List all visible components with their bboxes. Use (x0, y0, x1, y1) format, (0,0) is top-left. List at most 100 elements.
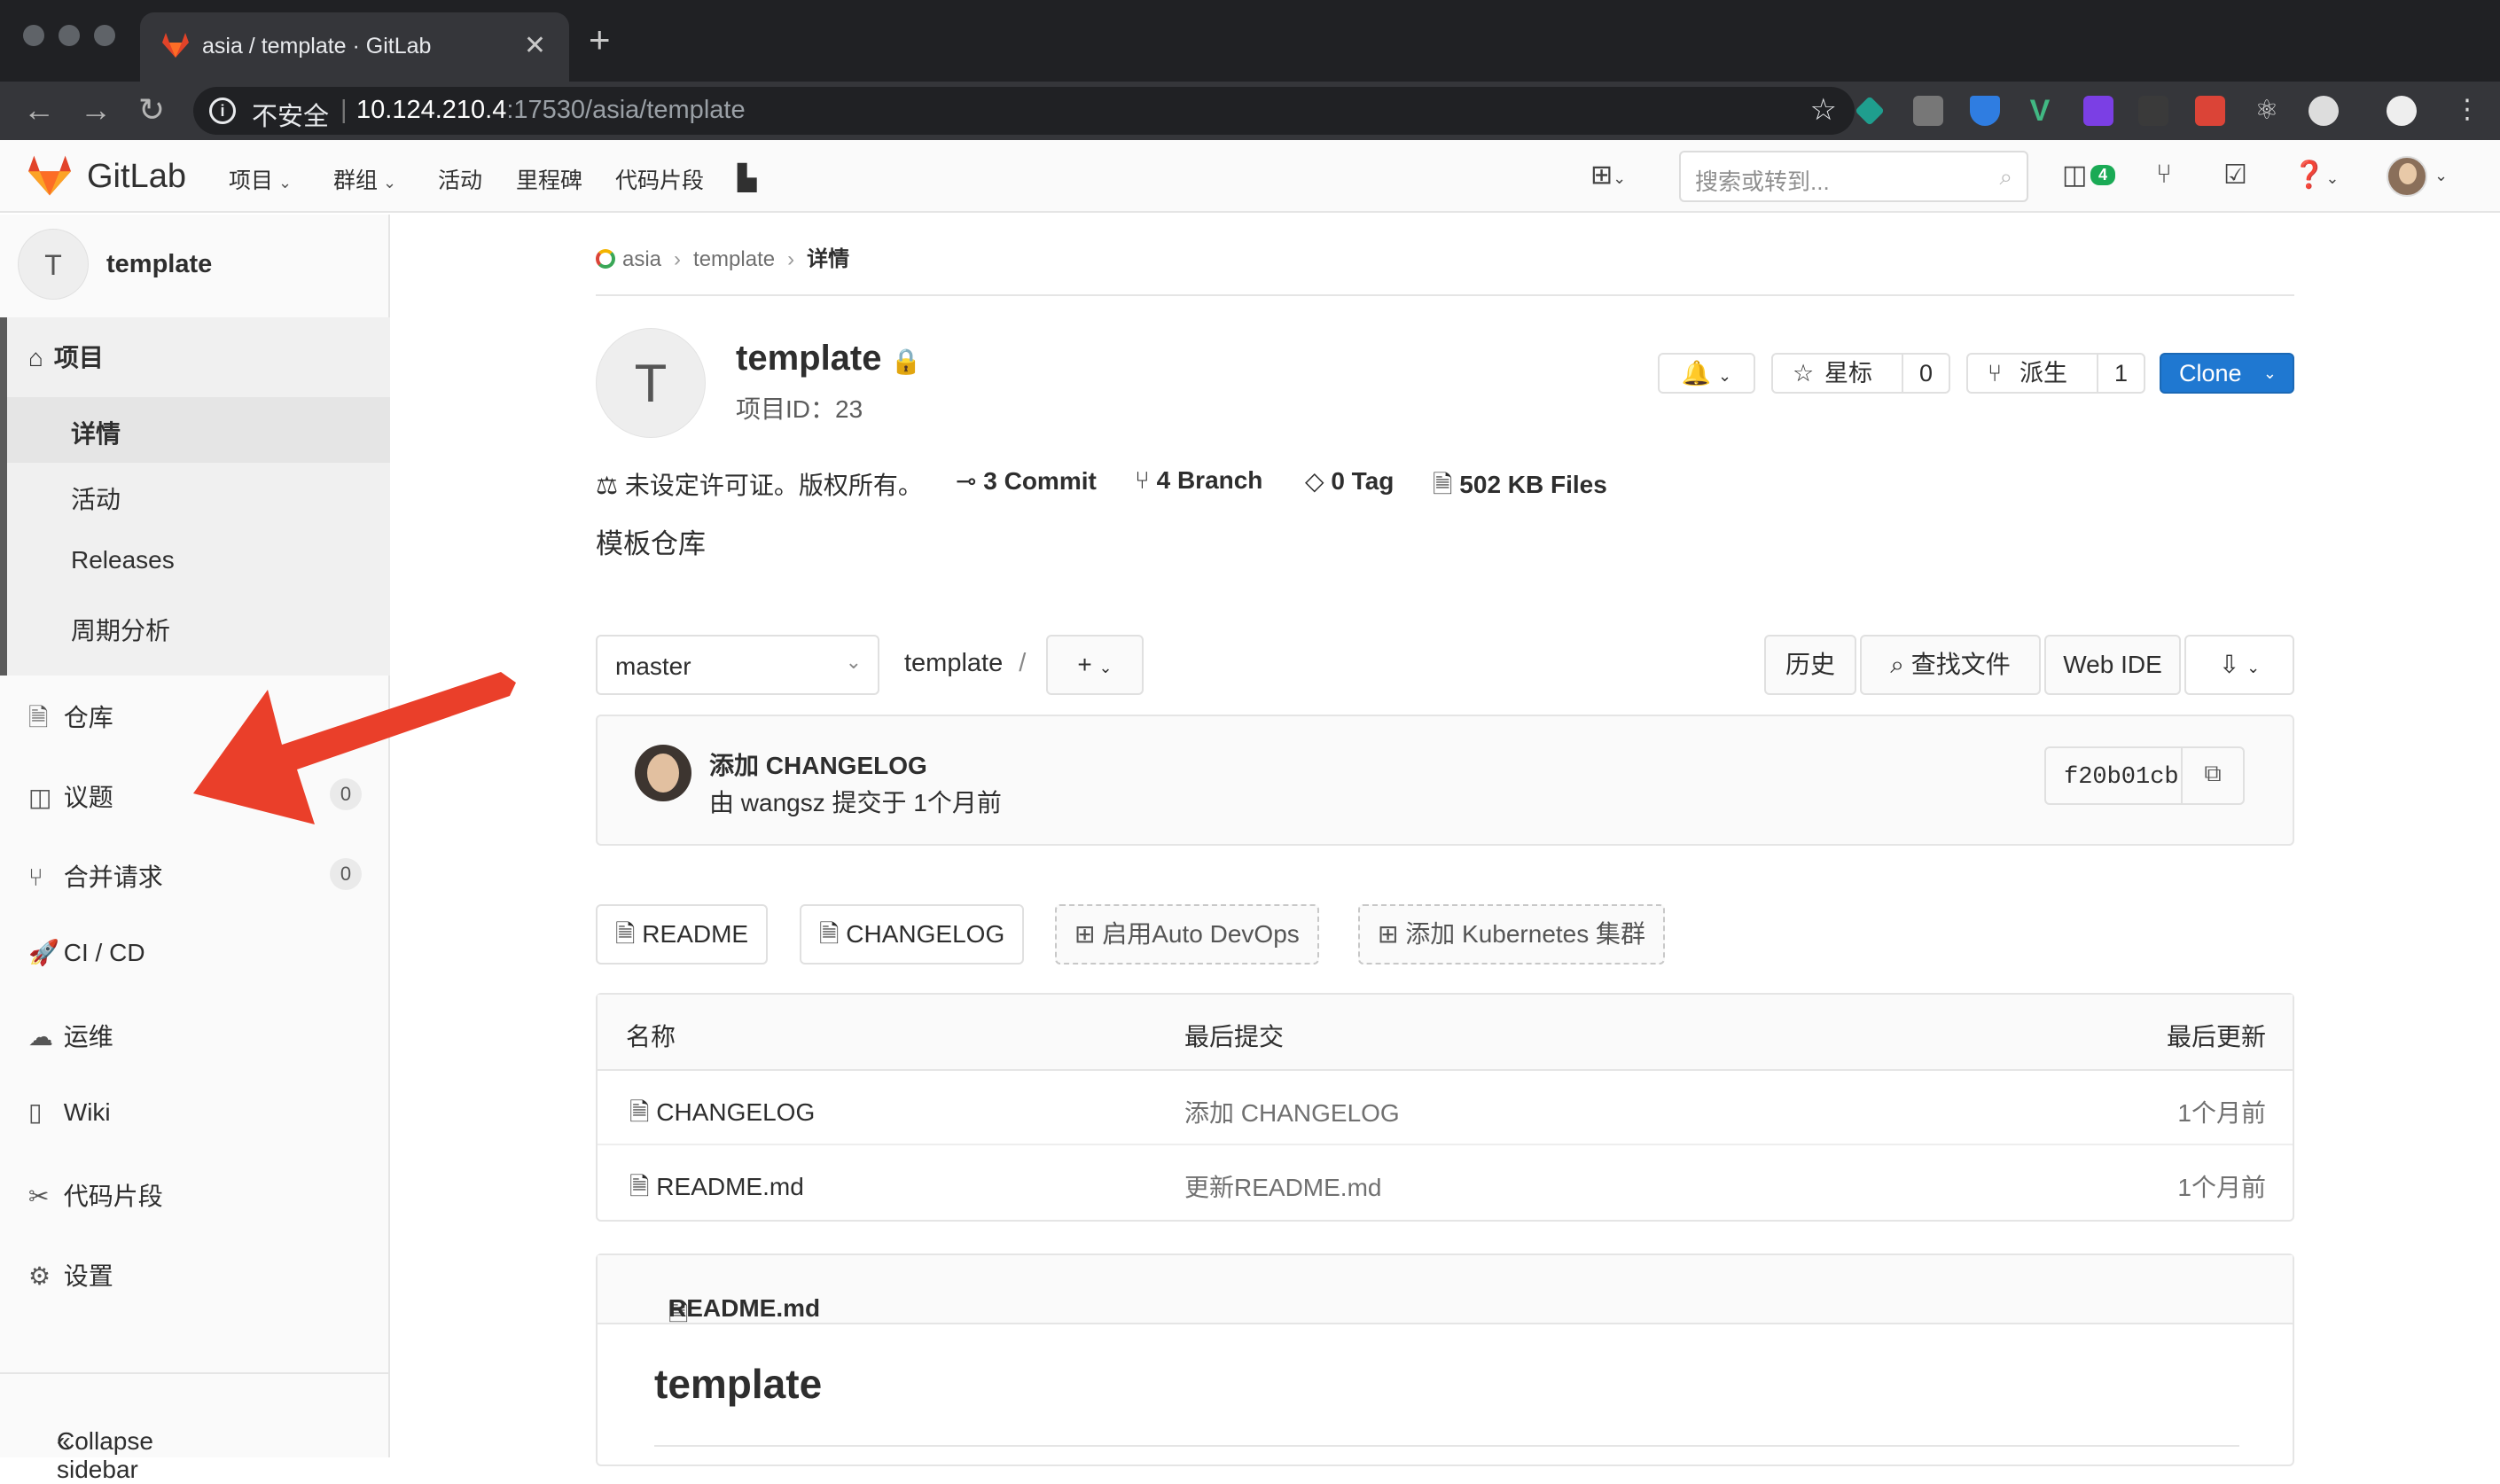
add-to-tree-button[interactable]: + ⌄ (1046, 635, 1144, 695)
sidebar-subitem-activity[interactable]: 活动 (71, 480, 121, 516)
sidebar-item-snippets[interactable]: ✂ 代码片段 (28, 1177, 163, 1213)
browser-menu-icon[interactable]: ⋮ (2454, 90, 2480, 129)
sidebar-subitem-cycle-analytics[interactable]: 周期分析 (71, 612, 170, 647)
sidebar-item-ci-cd[interactable]: 🚀 CI / CD (28, 938, 145, 967)
sidebar-item-operations[interactable]: ☁ 运维 (28, 1018, 113, 1053)
sidebar-item-merge-requests[interactable]: ⑂ 合并请求 (28, 858, 163, 894)
star-icon: ☆ (1793, 360, 1815, 387)
commits-link[interactable]: ⊸ 3 Commit (956, 466, 1097, 496)
commit-message[interactable]: 添加 CHANGELOG (709, 746, 927, 782)
project-title-text: template (736, 339, 882, 378)
commit-sha-button[interactable]: f20b01cb ⧉ (2044, 746, 2245, 805)
browser-tab-bar: asia / template · GitLab ✕ + (0, 0, 2500, 82)
repo-path-name[interactable]: template (904, 649, 1003, 677)
browser-tab[interactable]: asia / template · GitLab ✕ (140, 12, 569, 82)
breadcrumb: asia › template › 详情 (596, 241, 849, 272)
extension-round-icon[interactable] (2309, 96, 2339, 126)
enable-auto-devops-button[interactable]: ⊞ 启用Auto DevOps (1055, 904, 1319, 965)
fork-count: 1 (2096, 355, 2144, 392)
extension-box-icon[interactable] (1913, 96, 1943, 126)
copy-icon[interactable]: ⧉ (2181, 748, 2243, 803)
address-bar[interactable]: i 不安全 | 10.124.210.4:17530/asia/template… (193, 87, 1855, 135)
sidebar-item-label: 代码片段 (63, 1183, 163, 1210)
find-file-button[interactable]: ⌕ 查找文件 (1860, 635, 2041, 695)
download-button[interactable]: ⇩ ⌄ (2184, 635, 2294, 695)
search-input[interactable]: 搜索或转到... ⌕ (1679, 151, 2028, 202)
sidebar-item-project[interactable]: ⌂ 项目 (28, 339, 104, 374)
react-devtools-icon[interactable]: ⚛ (2252, 96, 2282, 126)
fork-button[interactable]: ⑂ 派生 1 (1966, 353, 2145, 394)
commit-author-avatar[interactable] (635, 745, 691, 801)
issues-icon[interactable]: ◫ (2062, 160, 2087, 191)
extension-rp-icon[interactable] (2083, 96, 2113, 126)
project-avatar[interactable]: T (18, 229, 89, 300)
sidebar-item-wiki[interactable]: ▯ Wiki (28, 1097, 111, 1127)
nav-snippets[interactable]: 代码片段 (615, 163, 704, 195)
file-last-commit[interactable]: 更新README.md (1184, 1168, 1381, 1204)
sidebar-item-repository[interactable]: 🗎 仓库 (28, 699, 113, 742)
clone-button[interactable]: Clone ⌄ (2160, 353, 2294, 394)
collapse-sidebar-button[interactable]: «Collapse sidebar (0, 1372, 388, 1483)
nav-groups[interactable]: 群组 ⌄ (333, 163, 396, 195)
add-kubernetes-cluster-button[interactable]: ⊞ 添加 Kubernetes 集群 (1358, 904, 1666, 965)
nav-milestones[interactable]: 里程碑 (516, 163, 582, 195)
breadcrumb-group[interactable]: asia (622, 247, 661, 271)
new-plus-icon[interactable]: ⊞⌄ (1590, 160, 1626, 191)
repo-path: template / (904, 649, 1026, 678)
sidebar-item-settings[interactable]: ⚙ 设置 (28, 1257, 113, 1293)
sidebar-project-name[interactable]: template (106, 250, 212, 279)
window-close-control[interactable] (23, 25, 44, 46)
sidebar-item-issues[interactable]: ◫ 议题 (28, 778, 113, 814)
table-row[interactable]: 🗎 CHANGELOG 添加 CHANGELOG 1个月前 (598, 1071, 2293, 1145)
help-icon[interactable]: ❓⌄ (2293, 160, 2339, 191)
info-icon[interactable]: i (209, 98, 236, 124)
star-button[interactable]: ☆ 星标 0 (1771, 353, 1950, 394)
tags-link[interactable]: ◇ 0 Tag (1305, 466, 1394, 496)
nav-activity[interactable]: 活动 (438, 163, 482, 195)
window-zoom-control[interactable] (94, 25, 115, 46)
readme-button[interactable]: 🗎 README (596, 904, 769, 965)
vue-devtools-icon[interactable]: V (2025, 96, 2055, 126)
file-icon: 🗎 (819, 920, 840, 948)
branch-selector[interactable]: master ⌄ (596, 635, 879, 695)
web-ide-button[interactable]: Web IDE (2044, 635, 2181, 695)
file-name[interactable]: 🗎 CHANGELOG (629, 1094, 815, 1136)
browser-toolbar: ← → ↻ i 不安全 | 10.124.210.4:17530/asia/te… (0, 82, 2500, 140)
forward-icon[interactable]: → (80, 90, 112, 129)
merge-request-icon[interactable]: ⑂ (2156, 160, 2172, 190)
gitlab-brand[interactable]: GitLab (87, 158, 186, 196)
auto-devops-label: 启用Auto DevOps (1102, 920, 1300, 948)
table-row[interactable]: 🗎 README.md 更新README.md 1个月前 (598, 1145, 2293, 1220)
back-icon[interactable]: ← (23, 90, 55, 129)
file-name[interactable]: 🗎 README.md (629, 1168, 804, 1211)
sidebar-subitem-releases[interactable]: Releases (71, 546, 175, 574)
extension-color-icon[interactable] (2195, 96, 2225, 126)
chevron-down-icon[interactable]: ⌄ (2434, 167, 2448, 185)
chart-icon[interactable]: ▙ (738, 163, 757, 192)
files-link[interactable]: 🗎 502 KB Files (1433, 466, 1607, 509)
todos-icon[interactable]: ☑ (2223, 160, 2247, 191)
history-button[interactable]: 历史 (1764, 635, 1856, 695)
extension-graph-icon[interactable] (2138, 96, 2168, 126)
file-last-commit[interactable]: 添加 CHANGELOG (1184, 1094, 1400, 1129)
profile-avatar-icon[interactable] (2387, 96, 2417, 126)
extension-gem-icon[interactable] (1970, 96, 2000, 126)
new-tab-icon[interactable]: + (589, 21, 611, 59)
breadcrumb-project[interactable]: template (693, 247, 775, 271)
bookmark-star-icon[interactable]: ☆ (1810, 92, 1837, 128)
nav-projects[interactable]: 项目 ⌄ (229, 163, 292, 195)
reload-icon[interactable]: ↻ (138, 90, 165, 129)
tab-close-icon[interactable]: ✕ (524, 30, 546, 61)
user-avatar[interactable] (2387, 156, 2427, 197)
branches-link[interactable]: ⑂ 4 Branch (1135, 466, 1262, 495)
extension-diamond-icon[interactable] (1855, 96, 1885, 126)
url-text: 10.124.210.4:17530/asia/template (356, 96, 746, 125)
window-minimize-control[interactable] (59, 25, 80, 46)
gitlab-logo-icon[interactable] (27, 154, 73, 197)
last-commit-panel: 添加 CHANGELOG 由 wangsz 提交于 1个月前 f20b01cb ⧉ (596, 715, 2294, 846)
breadcrumb-current[interactable]: 详情 (807, 247, 849, 271)
sidebar-subitem-details[interactable]: 详情 (71, 415, 121, 450)
notification-button[interactable]: 🔔 ⌄ (1658, 353, 1755, 394)
license-info[interactable]: ⚖ 未设定许可证。版权所有。 (596, 466, 923, 502)
changelog-button[interactable]: 🗎 CHANGELOG (800, 904, 1025, 965)
